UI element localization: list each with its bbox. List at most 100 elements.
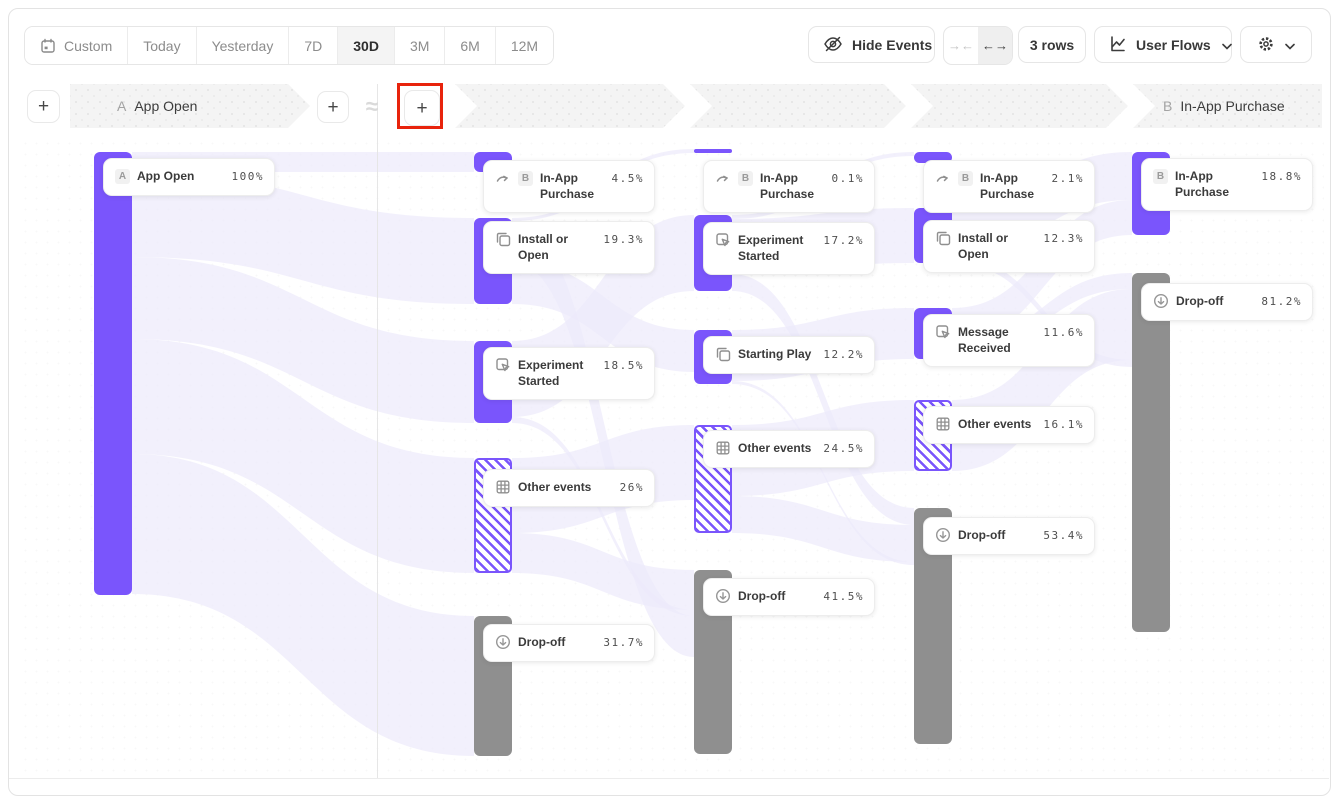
flow-node-breakdown-2-other-events[interactable]: Other events 24.5% <box>703 430 875 468</box>
date-range-today[interactable]: Today <box>128 27 196 64</box>
flow-node-breakdown-2-drop-off[interactable]: Drop-off41.5% <box>703 578 875 616</box>
event-badge-a: A <box>115 169 130 184</box>
copy-icon <box>715 346 731 362</box>
flow-node-breakdown-1-other-events[interactable]: Other events 26% <box>483 469 655 507</box>
flow-node-percent: 12.2% <box>823 347 864 361</box>
canvas-bottom-border <box>9 778 1329 779</box>
settings-dropdown[interactable] <box>1240 26 1312 63</box>
grid-icon <box>495 479 511 495</box>
flow-node-label: In-App Purchase <box>980 171 1045 202</box>
add-step-button-mid[interactable]: + <box>317 91 349 123</box>
step-banner-empty-3 <box>911 84 1128 128</box>
date-range-custom[interactable]: Custom <box>25 27 128 64</box>
date-range-3m[interactable]: 3M <box>395 27 445 64</box>
flow-node-percent: 17.2% <box>823 233 864 247</box>
date-range-yesterday[interactable]: Yesterday <box>197 27 290 64</box>
flow-node-percent: 31.7% <box>603 635 644 649</box>
gear-icon <box>1257 35 1275 53</box>
click-icon <box>715 232 731 248</box>
flow-node-percent: 12.3% <box>1043 231 1084 245</box>
flow-node-percent: 18.5% <box>603 358 644 372</box>
flow-node-breakdown-2-in-app-purchase[interactable]: BIn-App Purchase0.1% <box>703 160 875 213</box>
date-range-group: CustomTodayYesterday7D30D3M6M12M <box>24 26 554 65</box>
flow-node-breakdown-3-install-or-open[interactable]: Install or Open12.3% <box>923 220 1095 273</box>
annotation-highlight-box <box>397 83 443 129</box>
flow-node-label: Other events <box>738 441 816 457</box>
flow-node-step-A-app-open[interactable]: AApp Open100% <box>103 158 275 196</box>
view-selector-dropdown[interactable]: User Flows <box>1094 26 1232 63</box>
event-badge-b: B <box>1153 169 1168 184</box>
flow-node-step-B-drop-off[interactable]: Drop-off 81.2% <box>1141 283 1313 321</box>
step-b-badge: B <box>1163 98 1172 114</box>
date-range-12m[interactable]: 12M <box>496 27 553 64</box>
date-range-6m[interactable]: 6M <box>445 27 495 64</box>
flow-node-breakdown-2-experiment-started[interactable]: Experiment Started 17.2% <box>703 222 875 275</box>
flow-node-label: Other events <box>518 480 613 496</box>
event-badge-b: B <box>738 171 753 186</box>
event-badge-b: B <box>518 171 533 186</box>
section-divider <box>377 84 378 779</box>
rows-button[interactable]: 3 rows <box>1018 26 1086 63</box>
step-b-label: In-App Purchase <box>1180 98 1284 114</box>
flow-node-label: Install or Open <box>518 232 596 263</box>
goal-arrow-icon <box>715 170 731 186</box>
flow-node-label: Experiment Started <box>738 233 816 264</box>
step-banner-empty-1 <box>455 84 685 128</box>
chevron-down-icon <box>1222 37 1232 53</box>
flow-node-breakdown-3-drop-off[interactable]: Drop-off53.4% <box>923 517 1095 555</box>
flow-node-percent: 2.1% <box>1052 171 1085 185</box>
flow-node-breakdown-3-message-received[interactable]: Message Received 11.6% <box>923 314 1095 367</box>
flow-node-breakdown-2-starting-play[interactable]: Starting Play 12.2% <box>703 336 875 374</box>
flow-bar-breakdown-2-in-app-purchase[interactable] <box>694 149 732 153</box>
click-icon <box>935 324 951 340</box>
arrows-inward-icon[interactable]: →← <box>944 27 978 64</box>
flow-node-breakdown-3-in-app-purchase[interactable]: BIn-App Purchase2.1% <box>923 160 1095 213</box>
dropoff-icon <box>935 527 951 543</box>
flow-node-percent: 0.1% <box>832 171 865 185</box>
goal-arrow-icon <box>495 170 511 186</box>
chevron-down-icon <box>1285 37 1295 53</box>
flow-node-breakdown-1-drop-off[interactable]: Drop-off 31.7% <box>483 624 655 662</box>
flow-node-percent: 19.3% <box>603 232 644 246</box>
hide-events-button[interactable]: Hide Events <box>808 26 935 63</box>
approx-symbol: ≈ <box>357 91 387 121</box>
flow-bar-step-B-drop-off[interactable] <box>1132 273 1170 632</box>
flow-node-breakdown-1-in-app-purchase[interactable]: B In-App Purchase 4.5% <box>483 160 655 213</box>
flow-node-label: Starting Play <box>738 347 816 363</box>
flow-node-percent: 24.5% <box>823 441 864 455</box>
dropoff-icon <box>715 588 731 604</box>
flow-node-percent: 16.1% <box>1043 417 1084 431</box>
flow-node-percent: 26% <box>620 480 644 494</box>
flow-node-step-B-in-app-purchase[interactable]: BIn-App Purchase18.8% <box>1141 158 1313 211</box>
flow-node-label: Drop-off <box>1176 294 1254 310</box>
grid-icon <box>715 440 731 456</box>
flow-node-label: Message Received <box>958 325 1036 356</box>
flow-node-breakdown-1-experiment-started[interactable]: Experiment Started18.5% <box>483 347 655 400</box>
flow-node-label: In-App Purchase <box>540 171 605 202</box>
rows-label: 3 rows <box>1030 37 1074 53</box>
add-step-button-left[interactable]: + <box>27 90 60 123</box>
hide-events-label: Hide Events <box>852 37 932 53</box>
dropoff-icon <box>495 634 511 650</box>
date-range-7d[interactable]: 7D <box>289 27 338 64</box>
step-banner-a[interactable]: A App Open <box>70 84 310 128</box>
arrows-outward-icon[interactable]: ←→ <box>978 27 1012 64</box>
step-a-label: App Open <box>134 98 197 114</box>
step-banner-b[interactable]: B In-App Purchase <box>1133 84 1322 128</box>
flow-node-percent: 4.5% <box>612 171 645 185</box>
flow-bar-step-A-app-open[interactable] <box>94 152 132 595</box>
flow-node-breakdown-3-other-events[interactable]: Other events16.1% <box>923 406 1095 444</box>
flow-node-percent: 11.6% <box>1043 325 1084 339</box>
flow-node-label: Drop-off <box>738 589 816 605</box>
flow-node-label: Drop-off <box>518 635 596 651</box>
calendar-icon <box>40 38 56 54</box>
flows-chart-icon <box>1109 35 1127 53</box>
dropoff-icon <box>1153 293 1169 309</box>
date-range-30d[interactable]: 30D <box>338 27 395 64</box>
step-banner-empty-2 <box>690 84 906 128</box>
flow-node-label: Drop-off <box>958 528 1036 544</box>
flow-node-percent: 81.2% <box>1261 294 1302 308</box>
copy-icon <box>935 230 951 246</box>
flow-node-breakdown-1-install-or-open[interactable]: Install or Open 19.3% <box>483 221 655 274</box>
click-icon <box>495 357 511 373</box>
